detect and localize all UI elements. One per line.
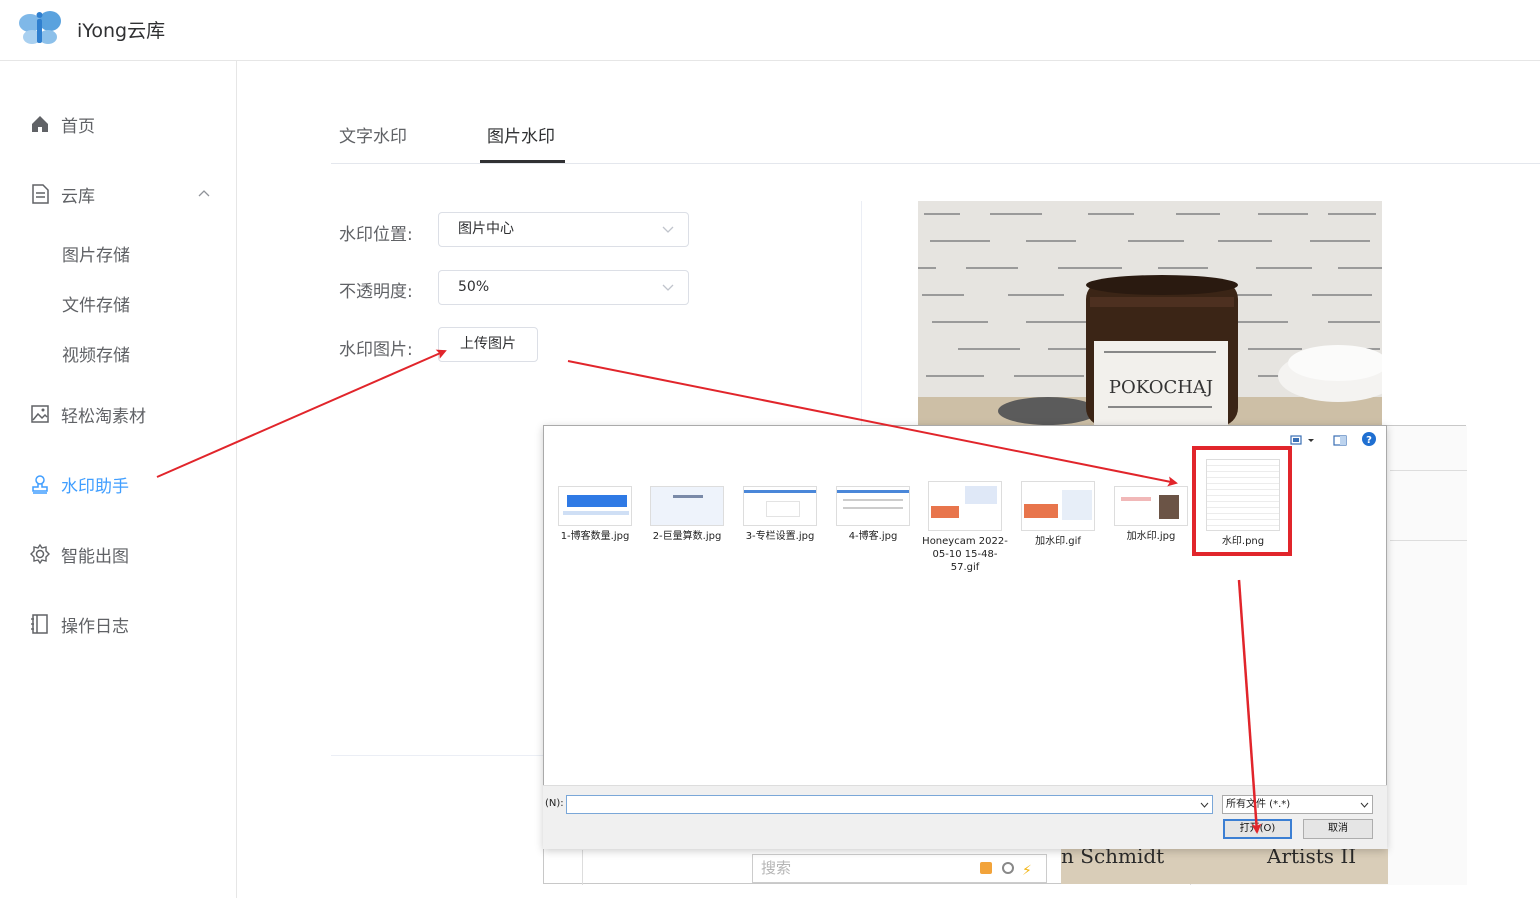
file-thumbnail	[650, 486, 724, 526]
help-icon[interactable]: ?	[1361, 431, 1377, 447]
watermark-preview-image: POKOCHAJ	[918, 201, 1382, 426]
chevron-down-icon	[1360, 802, 1369, 808]
file-thumbnail	[928, 481, 1002, 531]
content-divider	[331, 755, 544, 756]
sidebar-item-watermark[interactable]: 水印助手	[0, 464, 236, 504]
file-name: 加水印.jpg	[1126, 531, 1176, 542]
file-item[interactable]: 2-巨量算数.jpg	[643, 486, 731, 543]
sidebar-item-label: 智能出图	[61, 546, 129, 567]
file-thumbnail	[836, 486, 910, 526]
file-item[interactable]: Honeycam 2022-05-10 15-48-57.gif	[921, 481, 1009, 574]
position-select[interactable]: 图片中心	[438, 212, 689, 247]
background-line	[582, 850, 583, 885]
tab-active-indicator	[480, 160, 565, 163]
search-placeholder: 搜索	[761, 859, 792, 877]
document-icon	[32, 184, 49, 204]
sidebar-item-cloud[interactable]: 云库	[0, 174, 236, 214]
form-divider	[861, 201, 862, 431]
sidebar-item-label: 云库	[61, 186, 95, 207]
filename-input[interactable]	[566, 795, 1213, 814]
background-line	[1390, 470, 1467, 471]
sidebar-item-label: 轻松淘素材	[61, 406, 146, 427]
background-photo-strip: n Schmidt Artists II	[1061, 849, 1388, 884]
file-item[interactable]: 加水印.jpg	[1107, 486, 1195, 543]
sidebar-subitem-video-storage[interactable]: 视频存储	[62, 341, 130, 366]
svg-text:?: ?	[1366, 435, 1372, 446]
file-thumbnail	[1114, 486, 1188, 526]
opacity-select[interactable]: 50%	[438, 270, 689, 305]
sidebar-subitem-file-storage[interactable]: 文件存储	[62, 291, 130, 316]
sidebar-subitem-image-storage[interactable]: 图片存储	[62, 241, 130, 266]
chevron-down-icon	[662, 226, 674, 233]
file-thumbnail	[558, 486, 632, 526]
file-item[interactable]: 1-博客数量.jpg	[551, 486, 639, 543]
tab-image-watermark[interactable]: 图片水印	[487, 122, 555, 147]
sidebar-item-home[interactable]: 首页	[0, 104, 236, 144]
file-name: 3-专栏设置.jpg	[745, 531, 815, 542]
image-icon	[31, 405, 49, 423]
opacity-label: 不透明度:	[339, 282, 413, 302]
clock-icon[interactable]	[1002, 862, 1014, 874]
note-icon[interactable]	[980, 862, 992, 874]
sidebar-item-label: 操作日志	[61, 616, 129, 637]
chevron-down-icon[interactable]	[1307, 434, 1315, 446]
file-item[interactable]: 加水印.gif	[1014, 481, 1102, 548]
upload-image-button[interactable]: 上传图片	[438, 327, 538, 362]
filetype-select[interactable]: 所有文件 (*.*)	[1222, 795, 1373, 814]
sidebar-item-smart-image[interactable]: 智能出图	[0, 534, 236, 574]
file-name: 加水印.gif	[1035, 536, 1081, 547]
position-label: 水印位置:	[339, 225, 413, 245]
file-thumbnail	[743, 486, 817, 526]
file-name: Honeycam 2022-05-10 15-48-57.gif	[922, 536, 1008, 573]
background-line	[1390, 540, 1467, 541]
cancel-button[interactable]: 取消	[1303, 819, 1373, 839]
lightning-icon[interactable]: ⚡	[1022, 858, 1032, 885]
strip-text-left: n Schmidt	[1061, 849, 1165, 868]
view-options-icon[interactable]	[1290, 434, 1304, 446]
app-header: iYong云库	[0, 0, 1540, 61]
file-item[interactable]: 4-博客.jpg	[829, 486, 917, 543]
home-icon	[32, 116, 48, 132]
open-button[interactable]: 打开(O)	[1223, 819, 1292, 839]
sidebar-item-logs[interactable]: 操作日志	[0, 604, 236, 644]
file-name: 4-博客.jpg	[848, 531, 898, 542]
opacity-select-value: 50%	[458, 279, 490, 295]
app-title: iYong云库	[77, 20, 166, 42]
watermark-tabs: 文字水印 图片水印	[331, 108, 1540, 164]
file-thumbnail	[1021, 481, 1095, 531]
watermark-image-label: 水印图片:	[339, 340, 413, 360]
filetype-value: 所有文件 (*.*)	[1226, 799, 1291, 810]
selected-file-highlight	[1192, 446, 1292, 556]
stamp-icon	[32, 475, 48, 494]
sidebar-item-label: 水印助手	[61, 476, 129, 497]
gear-icon	[30, 543, 50, 565]
jar-label-text: POKOCHAJ	[1109, 377, 1213, 398]
position-select-value: 图片中心	[458, 221, 514, 237]
strip-text-right: Artists II	[1267, 849, 1357, 868]
butterfly-logo-icon[interactable]	[18, 9, 62, 47]
chevron-up-icon[interactable]	[197, 174, 211, 214]
file-item[interactable]: 3-专栏设置.jpg	[736, 486, 824, 543]
preview-pane-icon[interactable]	[1333, 434, 1347, 446]
tab-text-watermark[interactable]: 文字水印	[339, 122, 407, 147]
chevron-down-icon[interactable]	[1200, 801, 1209, 809]
background-search-input[interactable]: 搜索 ⚡	[752, 854, 1047, 883]
notebook-icon	[31, 614, 48, 634]
filename-label: (N):	[545, 798, 564, 809]
sidebar-item-label: 首页	[61, 116, 95, 137]
file-name: 2-巨量算数.jpg	[652, 531, 722, 542]
chevron-down-icon	[662, 284, 674, 291]
file-name: 1-博客数量.jpg	[560, 531, 630, 542]
candle-jar-photo: POKOCHAJ	[918, 201, 1382, 426]
sidebar-item-materials[interactable]: 轻松淘素材	[0, 394, 236, 434]
